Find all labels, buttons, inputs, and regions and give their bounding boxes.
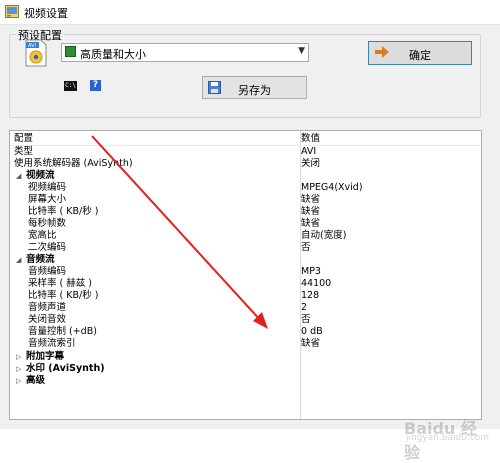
- row-name: 二次编码: [28, 242, 67, 253]
- row-value: 缺省: [301, 218, 321, 229]
- avi-file-icon: AVI: [25, 39, 47, 67]
- preset-select[interactable]: 高质量和大小 ▼: [61, 43, 309, 62]
- grid-header: 配置 数值: [10, 133, 481, 145]
- command-prompt-icon[interactable]: C:\: [64, 81, 77, 91]
- chevron-down-icon: ▼: [298, 46, 305, 56]
- row-value: 0 dB: [301, 326, 323, 337]
- row-value: 缺省: [301, 206, 321, 217]
- category-label: 附加字幕: [26, 351, 65, 362]
- preset-icon: [65, 46, 76, 57]
- triangle-expanded-icon[interactable]: ◢: [16, 254, 21, 266]
- grid-row[interactable]: 视频编码 MPEG4(Xvid): [10, 182, 481, 194]
- grid-row[interactable]: 屏幕大小 缺省: [10, 194, 481, 206]
- save-as-button[interactable]: 另存为: [202, 76, 307, 99]
- row-value: 否: [301, 242, 311, 253]
- grid-row[interactable]: 每秒帧数 缺省: [10, 218, 481, 230]
- row-value: 关闭: [301, 158, 321, 169]
- row-name: 每秒帧数: [28, 218, 67, 229]
- grid-row[interactable]: 音频编码 MP3: [10, 266, 481, 278]
- row-value: 缺省: [301, 338, 321, 349]
- row-value: 否: [301, 314, 311, 325]
- window-app-icon: [5, 5, 19, 18]
- category-row-watermark[interactable]: ▷ 水印 (AviSynth): [10, 363, 481, 375]
- preset-select-value: 高质量和大小: [80, 48, 146, 61]
- triangle-collapsed-icon[interactable]: ▷: [16, 363, 21, 375]
- triangle-collapsed-icon[interactable]: ▷: [16, 375, 21, 387]
- save-as-button-label: 另存为: [238, 84, 271, 97]
- property-grid[interactable]: 配置 数值 类型 AVI 使用系统解码器 (AviSynth) 关闭 ◢ 视频流…: [9, 130, 482, 420]
- grid-row[interactable]: 音频声道 2: [10, 302, 481, 314]
- watermark-logo: Baidu 经验 jingyan.baidu.com: [382, 405, 492, 462]
- category-label: 视频流: [26, 170, 55, 181]
- row-name: 视频编码: [28, 182, 67, 193]
- row-name: 音频声道: [28, 302, 67, 313]
- row-value: 缺省: [301, 194, 321, 205]
- row-name: 屏幕大小: [28, 194, 67, 205]
- row-name: 宽高比: [28, 230, 57, 241]
- row-value: AVI: [301, 146, 317, 157]
- title-bar: 视频设置: [0, 0, 500, 25]
- category-label: 音频流: [26, 254, 55, 265]
- category-row-advanced[interactable]: ▷ 高级: [10, 375, 481, 387]
- row-name: 类型: [14, 146, 34, 157]
- row-value: 自动(宽度): [301, 230, 347, 241]
- row-name: 音频编码: [28, 266, 67, 277]
- triangle-collapsed-icon[interactable]: ▷: [16, 351, 21, 363]
- triangle-expanded-icon[interactable]: ◢: [16, 170, 21, 182]
- grid-row[interactable]: 音频流索引 缺省: [10, 338, 481, 350]
- category-row-subtitles[interactable]: ▷ 附加字幕: [10, 351, 481, 363]
- grid-row[interactable]: 类型 AVI: [10, 146, 481, 158]
- grid-row[interactable]: 音量控制 (+dB) 0 dB: [10, 326, 481, 338]
- svg-text:AVI: AVI: [28, 43, 36, 49]
- watermark-subtext: jingyan.baidu.com: [406, 433, 490, 443]
- row-name: 比特率 ( KB/秒 ): [28, 206, 99, 217]
- window-title: 视频设置: [24, 7, 68, 20]
- row-name: 音频流索引: [28, 338, 76, 349]
- grid-row[interactable]: 比特率 ( KB/秒 ) 缺省: [10, 206, 481, 218]
- grid-row[interactable]: 二次编码 否: [10, 242, 481, 254]
- category-label: 水印 (AviSynth): [26, 363, 105, 374]
- help-icon[interactable]: ?: [90, 80, 101, 91]
- row-name: 使用系统解码器 (AviSynth): [14, 158, 133, 169]
- row-value: 2: [301, 302, 308, 313]
- row-value: 44100: [301, 278, 332, 289]
- dialog-body: 预设配置 AVI 高质量和大小 ▼ 确定 C:\ ? 另存为 配置 数值 类型 …: [0, 25, 500, 462]
- header-name: 配置: [14, 133, 34, 144]
- category-label: 高级: [26, 375, 46, 386]
- row-value: 128: [301, 290, 320, 301]
- row-name: 采样率 ( 赫兹 ): [28, 278, 92, 289]
- grid-row[interactable]: 比特率 ( KB/秒 ) 128: [10, 290, 481, 302]
- row-value: MP3: [301, 266, 321, 277]
- row-value: MPEG4(Xvid): [301, 182, 363, 193]
- ok-button-label: 确定: [409, 49, 431, 62]
- grid-row[interactable]: 采样率 ( 赫兹 ) 44100: [10, 278, 481, 290]
- grid-row[interactable]: 使用系统解码器 (AviSynth) 关闭: [10, 158, 481, 170]
- ok-button[interactable]: 确定: [368, 41, 472, 65]
- row-name: 比特率 ( KB/秒 ): [28, 290, 99, 301]
- header-value: 数值: [301, 133, 321, 144]
- grid-row[interactable]: 关闭音效 否: [10, 314, 481, 326]
- row-name: 关闭音效: [28, 314, 67, 325]
- category-row-audio[interactable]: ◢ 音频流: [10, 254, 481, 266]
- grid-row[interactable]: 宽高比 自动(宽度): [10, 230, 481, 242]
- category-row-video[interactable]: ◢ 视频流: [10, 170, 481, 182]
- row-name: 音量控制 (+dB): [28, 326, 97, 337]
